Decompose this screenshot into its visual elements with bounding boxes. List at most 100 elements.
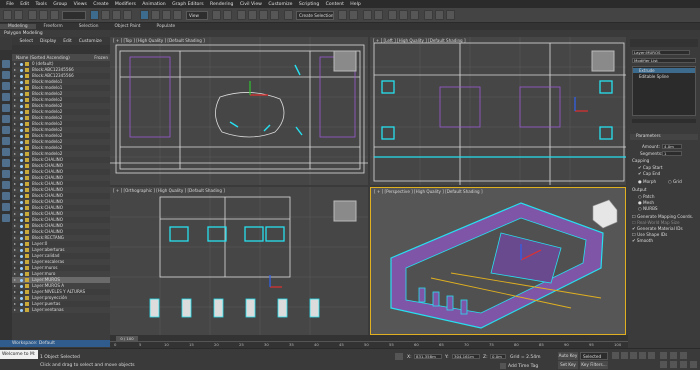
parameters-rollout-header[interactable]: Parameters	[630, 134, 698, 140]
menu-civil-view[interactable]: Civil View	[237, 2, 266, 7]
display-groups-icon[interactable]	[2, 126, 10, 134]
reference-coord-dropdown[interactable]: View	[186, 11, 208, 20]
scale-icon[interactable]	[162, 10, 171, 20]
display-all-icon[interactable]	[2, 192, 10, 200]
menu-content[interactable]: Content	[322, 2, 347, 7]
percent-snap-icon[interactable]	[259, 10, 268, 20]
visibility-eye-icon[interactable]	[20, 152, 23, 156]
visibility-eye-icon[interactable]	[20, 236, 23, 240]
command-panel-tabs[interactable]	[630, 39, 698, 47]
display-bones-icon[interactable]	[2, 148, 10, 156]
visibility-eye-icon[interactable]	[20, 110, 23, 114]
explorer-menu-display[interactable]: Display	[37, 39, 60, 44]
go-to-start-icon[interactable]	[612, 352, 619, 359]
select-object-icon[interactable]	[90, 10, 99, 20]
nurbs-radio[interactable]: ○ NURBS	[638, 206, 658, 211]
visibility-eye-icon[interactable]	[20, 140, 23, 144]
visibility-eye-icon[interactable]	[20, 128, 23, 132]
menu-group[interactable]: Group	[50, 2, 70, 7]
time-tag-icon[interactable]	[500, 363, 506, 369]
viewport-left-label[interactable]: [ + ] [Left ] [High Quality ] [Default S…	[373, 38, 466, 43]
unlink-icon[interactable]	[39, 10, 48, 20]
display-lights-icon[interactable]	[2, 82, 10, 90]
display-none-icon[interactable]	[2, 203, 10, 211]
viewport-orthographic[interactable]: [ + ] [Orthographic ] [High Quality ] [D…	[110, 187, 368, 335]
menu-modifiers[interactable]: Modifiers	[112, 2, 139, 7]
align-icon[interactable]	[349, 10, 358, 20]
go-to-end-icon[interactable]	[648, 352, 655, 359]
visibility-eye-icon[interactable]	[20, 242, 23, 246]
tab-modeling[interactable]: Modeling	[0, 24, 36, 29]
field-of-view-icon[interactable]	[660, 361, 667, 368]
layer-explorer-icon[interactable]	[363, 10, 372, 20]
edit-named-selection-icon[interactable]	[284, 10, 293, 20]
rect-selection-icon[interactable]	[112, 10, 121, 20]
auto-key-button[interactable]: Auto Key	[558, 352, 578, 360]
schematic-view-icon[interactable]	[399, 10, 408, 20]
play-icon[interactable]	[630, 352, 637, 359]
visibility-eye-icon[interactable]	[20, 212, 23, 216]
menu-views[interactable]: Views	[70, 2, 90, 7]
scene-explorer-icon[interactable]	[374, 10, 383, 20]
visibility-eye-icon[interactable]	[20, 134, 23, 138]
visibility-eye-icon[interactable]	[20, 158, 23, 162]
pivot-center-icon[interactable]	[212, 10, 221, 20]
orbit-icon[interactable]	[680, 361, 687, 368]
place-icon[interactable]	[173, 10, 182, 20]
menu-graph-editors[interactable]: Graph Editors	[169, 2, 207, 7]
move-icon[interactable]	[140, 10, 149, 20]
smooth-checkbox[interactable]: ✔ Smooth	[632, 238, 653, 243]
rotate-icon[interactable]	[151, 10, 160, 20]
visibility-eye-icon[interactable]	[20, 296, 23, 300]
patch-radio[interactable]: ○ Patch	[638, 194, 655, 199]
tab-selection[interactable]: Selection	[71, 24, 107, 29]
explorer-menu-edit[interactable]: Edit	[60, 39, 76, 44]
visibility-eye-icon[interactable]	[20, 278, 23, 282]
display-cameras-icon[interactable]	[2, 93, 10, 101]
menu-tools[interactable]: Tools	[32, 2, 50, 7]
menu-scripting[interactable]: Scripting	[296, 2, 323, 7]
tab-populate[interactable]: Populate	[149, 24, 184, 29]
visibility-eye-icon[interactable]	[20, 98, 23, 102]
visibility-eye-icon[interactable]	[20, 92, 23, 96]
amount-field[interactable]: 4.0m	[662, 144, 682, 149]
display-shapes-icon[interactable]	[2, 71, 10, 79]
display-containers-icon[interactable]	[2, 159, 10, 167]
x-coordinate-field[interactable]: 831.358m	[414, 354, 442, 359]
menu-customize[interactable]: Customize	[265, 2, 296, 7]
redo-icon[interactable]	[14, 10, 23, 20]
grid-radio[interactable]: ○ Grid	[668, 179, 682, 184]
polygon-modeling-label[interactable]: Polygon Modeling	[0, 30, 110, 37]
maximize-viewport-icon[interactable]	[690, 361, 697, 368]
viewport-perspective[interactable]: [ + ] [Perspective ] [High Quality ] [De…	[370, 187, 626, 335]
visibility-eye-icon[interactable]	[20, 104, 23, 108]
expand-arrow-icon[interactable]: ▸	[14, 307, 16, 313]
visibility-eye-icon[interactable]	[20, 86, 23, 90]
display-xrefs-icon[interactable]	[2, 137, 10, 145]
viewport-perspective-label[interactable]: [ + ] [Perspective ] [High Quality ] [De…	[374, 189, 483, 194]
explorer-menu-customize[interactable]: Customize	[75, 39, 105, 44]
visibility-eye-icon[interactable]	[20, 206, 23, 210]
bind-space-warp-icon[interactable]	[50, 10, 59, 20]
display-invert-icon[interactable]	[2, 214, 10, 222]
viewport-orthographic-label[interactable]: [ + ] [Orthographic ] [High Quality ] [D…	[113, 188, 225, 193]
menu-rendering[interactable]: Rendering	[207, 2, 237, 7]
visibility-eye-icon[interactable]	[20, 248, 23, 252]
window-crossing-icon[interactable]	[123, 10, 132, 20]
z-coordinate-field[interactable]: 0.0m	[490, 354, 506, 359]
render-setup-icon[interactable]	[424, 10, 433, 20]
undo-icon[interactable]	[3, 10, 12, 20]
visibility-eye-icon[interactable]	[20, 266, 23, 270]
display-spacewarps-icon[interactable]	[2, 115, 10, 123]
select-by-name-icon[interactable]	[101, 10, 110, 20]
rendered-frame-icon[interactable]	[435, 10, 444, 20]
visibility-eye-icon[interactable]	[20, 170, 23, 174]
visibility-eye-icon[interactable]	[20, 272, 23, 276]
visibility-eye-icon[interactable]	[20, 146, 23, 150]
name-column-header[interactable]: Name (Sorted Ascending)	[16, 55, 70, 60]
selection-filter-dropdown[interactable]	[62, 11, 86, 20]
real-world-map-checkbox[interactable]: ☐ Real-World Map Size	[632, 220, 680, 225]
morph-radio[interactable]: ● Morph	[638, 179, 656, 184]
display-helpers-icon[interactable]	[2, 104, 10, 112]
menu-edit[interactable]: Edit	[17, 2, 32, 7]
